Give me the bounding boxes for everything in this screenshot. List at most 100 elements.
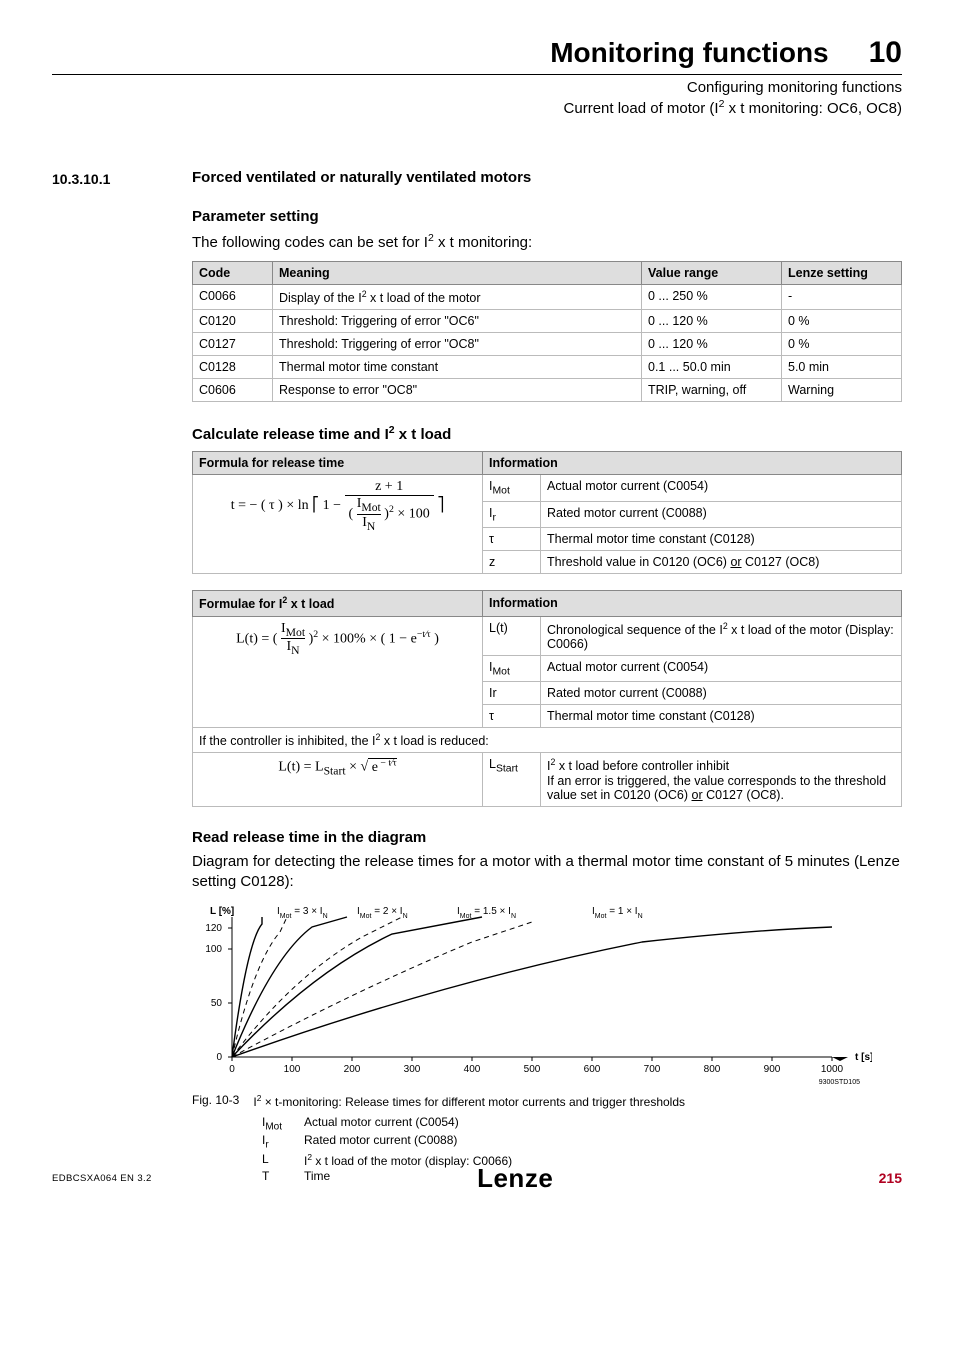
- txt: Chronological sequence of the I: [547, 623, 723, 637]
- psetting-suffix: x t monitoring:: [434, 234, 532, 251]
- cell: IMot: [483, 475, 541, 502]
- release-time-formula: t = − ( τ ) × ln ⎡ 1 − z + 1 ( IMotIN )2…: [193, 475, 483, 574]
- read-diagram-text: Diagram for detecting the release times …: [192, 852, 902, 893]
- release-time-table: Formula for release time Information t =…: [192, 451, 902, 574]
- t2-head-left: Formula for release time: [193, 452, 483, 475]
- svg-text:120: 120: [205, 923, 222, 934]
- legend-row: IMot Actual motor current (C0054): [262, 1115, 902, 1132]
- txt: x t load before controller inhibit: [555, 760, 729, 774]
- svg-text:9300STD105: 9300STD105: [819, 1079, 860, 1086]
- table-row: C0120 Threshold: Triggering of error "OC…: [193, 310, 902, 333]
- cell: Actual motor current (C0054): [541, 475, 902, 502]
- section-heading-row: 10.3.10.1 Forced ventilated or naturally…: [52, 169, 902, 1184]
- svg-text:900: 900: [764, 1064, 781, 1075]
- chart-svg: 0 50 100 120 0 100 200 300 400 500 600 7…: [192, 902, 872, 1087]
- calc-head-prefix: Calculate release time and I: [192, 426, 389, 443]
- txt: x t load of the motor: [367, 291, 481, 305]
- codes-table: Code Meaning Value range Lenze setting C…: [192, 261, 902, 402]
- cell: Response to error "OC8": [273, 379, 642, 402]
- figure-caption: Fig. 10-3 I2 × t-monitoring: Release tim…: [192, 1093, 902, 1109]
- cell: τ: [483, 705, 541, 728]
- txt: If the controller is inhibited, the I: [199, 734, 375, 748]
- calc-head-suffix: x t load: [395, 426, 452, 443]
- inhibit-formula: L(t) = LStart × √ e − t⁄τ: [193, 753, 483, 806]
- cell: 5.0 min: [782, 356, 902, 379]
- header-sub2: Current load of motor (I2 x t monitoring…: [52, 98, 902, 117]
- table-row: C0606 Response to error "OC8" TRIP, warn…: [193, 379, 902, 402]
- col-code: Code: [193, 262, 273, 285]
- txt: x t load is reduced:: [380, 734, 488, 748]
- sub: r: [492, 512, 495, 523]
- svg-text:300: 300: [404, 1064, 421, 1075]
- table-row: L(t) = ( IMotIN )2 × 100% × ( 1 − e−t⁄τ …: [193, 616, 902, 655]
- table-row: If the controller is inhibited, the I2 x…: [193, 728, 902, 753]
- release-time-chart: 0 50 100 120 0 100 200 300 400 500 600 7…: [192, 902, 902, 1087]
- cell: C0120: [193, 310, 273, 333]
- cell: Thermal motor time constant (C0128): [541, 528, 902, 551]
- cell: C0127: [193, 333, 273, 356]
- cell: z: [483, 551, 541, 574]
- page-header: Monitoring functions 10 Configuring moni…: [52, 36, 902, 117]
- header-sub1: Configuring monitoring functions: [52, 79, 902, 96]
- txt: Display of the I: [279, 291, 362, 305]
- svg-text:50: 50: [211, 998, 223, 1009]
- cell: C0066: [193, 285, 273, 310]
- svg-text:600: 600: [584, 1064, 601, 1075]
- parameter-setting-head: Parameter setting: [192, 208, 902, 225]
- cell: Display of the I2 x t load of the motor: [273, 285, 642, 310]
- i2t-load-formula: L(t) = ( IMotIN )2 × 100% × ( 1 − e−t⁄τ …: [193, 616, 483, 728]
- cell: Thermal motor time constant: [273, 356, 642, 379]
- chapter-number: 10: [869, 36, 902, 70]
- svg-text:t [s]: t [s]: [855, 1052, 872, 1063]
- svg-text:IMot = 1 × IN: IMot = 1 × IN: [592, 906, 643, 920]
- sub: Start: [496, 764, 518, 775]
- col-meaning: Meaning: [273, 262, 642, 285]
- col-lenze: Lenze setting: [782, 262, 902, 285]
- cell: 0 ... 250 %: [642, 285, 782, 310]
- legend-desc: Actual motor current (C0054): [304, 1115, 459, 1132]
- i2t-load-table: Formulae for I2 x t load Information L(t…: [192, 590, 902, 806]
- svg-text:IMot = 3 × IN: IMot = 3 × IN: [277, 906, 328, 920]
- svg-text:0: 0: [229, 1064, 235, 1075]
- t3-head-right: Information: [483, 591, 902, 616]
- table-row: C0066 Display of the I2 x t load of the …: [193, 285, 902, 310]
- cell: I2 x t load before controller inhibit If…: [541, 753, 902, 806]
- cell: L(t): [483, 616, 541, 655]
- cell: Ir: [483, 682, 541, 705]
- page-number: 215: [879, 1170, 902, 1186]
- legend-sym: IMot: [262, 1115, 290, 1132]
- t2-head-right: Information: [483, 452, 902, 475]
- sub: Mot: [265, 1121, 282, 1132]
- section-number: 10.3.10.1: [52, 169, 192, 1184]
- header-title: Monitoring functions: [550, 37, 828, 69]
- sub: r: [265, 1140, 268, 1151]
- svg-text:700: 700: [644, 1064, 661, 1075]
- cell: TRIP, warning, off: [642, 379, 782, 402]
- cell: Rated motor current (C0088): [541, 682, 902, 705]
- svg-text:100: 100: [284, 1064, 301, 1075]
- cell: 0 ... 120 %: [642, 310, 782, 333]
- cell: 0 ... 120 %: [642, 333, 782, 356]
- svg-text:200: 200: [344, 1064, 361, 1075]
- cell: -: [782, 285, 902, 310]
- svg-text:0: 0: [216, 1052, 222, 1063]
- sub: Mot: [492, 666, 509, 677]
- cell: 0 %: [782, 310, 902, 333]
- sym: L: [489, 757, 496, 771]
- section-title: Forced ventilated or naturally ventilate…: [192, 169, 902, 186]
- page-footer: EDBCSXA064 EN 3.2 Lenze 215: [52, 1163, 902, 1194]
- cell: Warning: [782, 379, 902, 402]
- table-row: t = − ( τ ) × ln ⎡ 1 − z + 1 ( IMotIN )2…: [193, 475, 902, 502]
- lenze-logo: Lenze: [477, 1163, 553, 1194]
- parameter-setting-text: The following codes can be set for I2 x …: [192, 231, 902, 253]
- cell: 0.1 ... 50.0 min: [642, 356, 782, 379]
- document-id: EDBCSXA064 EN 3.2: [52, 1173, 152, 1184]
- cell: 0 %: [782, 333, 902, 356]
- inhibit-note: If the controller is inhibited, the I2 x…: [193, 728, 902, 753]
- legend-row: Ir Rated motor current (C0088): [262, 1133, 902, 1150]
- cell: C0128: [193, 356, 273, 379]
- calc-head: Calculate release time and I2 x t load: [192, 424, 902, 443]
- table-row: C0127 Threshold: Triggering of error "OC…: [193, 333, 902, 356]
- figure-number: Fig. 10-3: [192, 1093, 239, 1109]
- cell: Rated motor current (C0088): [541, 501, 902, 528]
